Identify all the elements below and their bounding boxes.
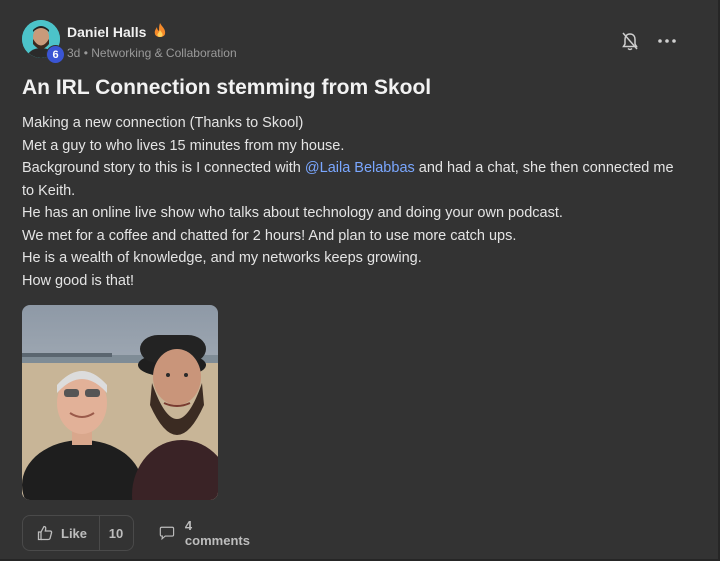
comment-icon bbox=[159, 526, 175, 541]
bell-off-icon[interactable] bbox=[621, 32, 639, 52]
like-count[interactable]: 10 bbox=[99, 516, 133, 550]
body-line: Background story to this is I connected … bbox=[22, 157, 682, 202]
body-line: We met for a coffee and chatted for 2 ho… bbox=[22, 227, 517, 244]
body-line: Making a new connection (Thanks to Skool… bbox=[22, 115, 304, 131]
body-line: He has an online live show who talks abo… bbox=[22, 205, 563, 221]
thumbs-up-icon bbox=[37, 525, 53, 541]
fire-icon bbox=[153, 23, 167, 39]
body-text-segment: Background story to this is I connected … bbox=[22, 160, 305, 176]
user-mention-link[interactable]: @Laila Belabbas bbox=[305, 160, 415, 176]
body-line: Met a guy to who lives 15 minutes from m… bbox=[22, 137, 345, 154]
level-badge: 6 bbox=[46, 45, 65, 64]
comments-label: 4 comments bbox=[184, 518, 250, 548]
post-card: 6 Daniel Halls 3d • Networking & Collabo… bbox=[0, 0, 720, 561]
post-photo[interactable] bbox=[22, 305, 218, 500]
like-button[interactable]: Like bbox=[23, 516, 100, 550]
author-name[interactable]: Daniel Halls bbox=[67, 24, 146, 40]
like-label: Like bbox=[61, 525, 88, 541]
more-horizontal-icon[interactable] bbox=[657, 34, 677, 48]
post-title: An IRL Connection stemming from Skool bbox=[22, 76, 432, 99]
like-button-group: Like 10 bbox=[22, 515, 134, 551]
comments-button[interactable]: 4 comments bbox=[159, 515, 252, 551]
post-time: 3d bbox=[67, 46, 81, 60]
post-body: Making a new connection (Thanks to Skool… bbox=[22, 112, 682, 292]
meta-separator: • bbox=[80, 46, 92, 60]
post-meta: 3d • Networking & Collaboration bbox=[67, 46, 237, 60]
body-line: How good is that! bbox=[22, 272, 135, 289]
post-category[interactable]: Networking & Collaboration bbox=[91, 46, 236, 60]
body-line: He is a wealth of knowledge, and my netw… bbox=[22, 250, 422, 266]
